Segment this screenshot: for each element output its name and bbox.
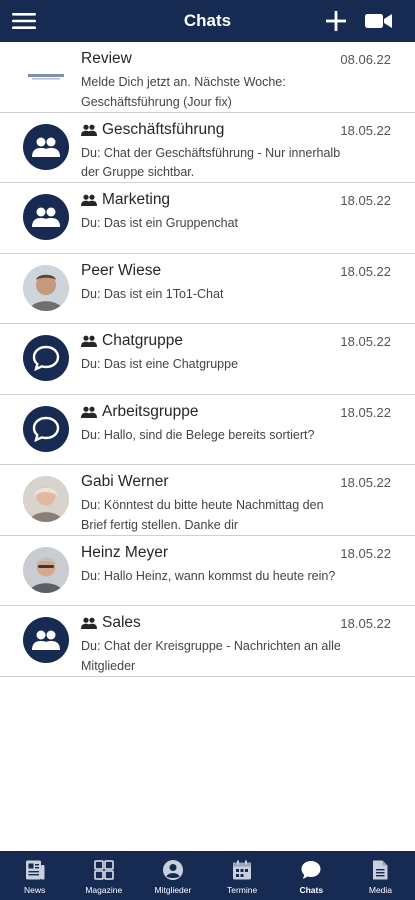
- header-bar: Chats: [0, 0, 415, 42]
- grid-icon: [93, 860, 114, 880]
- chat-name: Geschäftsführung: [102, 120, 225, 138]
- tab-label: Media: [368, 885, 393, 895]
- group-indicator-icon: [81, 124, 97, 136]
- chat-name: Marketing: [102, 191, 171, 208]
- review-logo: [23, 53, 69, 99]
- tab-termine[interactable]: Termine: [208, 851, 277, 900]
- group-indicator-icon: [81, 335, 97, 347]
- chat-date: 18.05.22: [340, 263, 391, 279]
- chat-preview: Du: Hallo Heinz, wann kommst du heute re…: [81, 568, 336, 583]
- group-avatar: [23, 405, 69, 452]
- people-group-icon: [32, 207, 60, 227]
- chat-preview: Du: Hallo, sind die Belege bereits sorti…: [81, 427, 315, 442]
- chat-name: Peer Wiese: [81, 261, 162, 279]
- tab-label: Chats: [299, 885, 324, 895]
- chat-item-sales[interactable]: Sales 18.05.22 Du: Chat der Kreisgruppe …: [0, 606, 415, 677]
- bottom-tab-bar: News Magazine Mitglieder Termine Chats M…: [0, 851, 415, 900]
- avatar: [23, 476, 69, 522]
- chat-date: 18.05.22: [340, 193, 391, 208]
- tab-chats[interactable]: Chats: [277, 851, 346, 900]
- hamburger-menu-icon[interactable]: [12, 9, 36, 33]
- tab-news[interactable]: News: [0, 851, 69, 900]
- chat-item-peer-wiese[interactable]: Peer Wiese 18.05.22 Du: Das ist ein 1To1…: [0, 254, 415, 324]
- video-camera-icon[interactable]: [364, 9, 394, 33]
- chat-date: 08.06.22: [340, 52, 391, 67]
- chat-preview: Melde Dich jetzt an. Nächste Woche: Gesc…: [81, 75, 286, 109]
- tab-media[interactable]: Media: [346, 851, 415, 900]
- chat-name: Sales: [102, 614, 141, 631]
- group-indicator-icon: [81, 194, 97, 206]
- chat-date: 18.05.22: [340, 404, 391, 420]
- chat-date: 18.05.22: [340, 475, 391, 490]
- chat-preview: Du: Könntest du bitte heute Nachmittag d…: [81, 498, 324, 532]
- avatar: [23, 264, 69, 311]
- group-avatar: [23, 335, 69, 381]
- tab-mitglieder[interactable]: Mitglieder: [138, 851, 207, 900]
- tab-label: Termine: [226, 885, 258, 895]
- chat-date: 18.05.22: [340, 122, 391, 138]
- page-title: Chats: [183, 11, 232, 30]
- chat-name: Gabi Werner: [81, 473, 169, 490]
- chat-preview: Du: Das ist ein 1To1-Chat: [81, 286, 224, 301]
- chat-bubble-icon: [32, 345, 60, 371]
- chat-item-review[interactable]: Review 08.06.22 Melde Dich jetzt an. Näc…: [0, 42, 415, 113]
- avatar: [23, 546, 69, 593]
- plus-icon[interactable]: [325, 9, 347, 33]
- group-avatar: [23, 194, 69, 240]
- news-icon: [25, 860, 45, 880]
- calendar-icon: [233, 860, 252, 880]
- chat-item-marketing[interactable]: Marketing 18.05.22 Du: Das ist ein Grupp…: [0, 183, 415, 254]
- chat-icon: [301, 861, 321, 879]
- chat-list: Review 08.06.22 Melde Dich jetzt an. Näc…: [0, 42, 415, 677]
- chat-item-heinz-meyer[interactable]: Heinz Meyer 18.05.22 Du: Hallo Heinz, wa…: [0, 536, 415, 606]
- user-icon: [162, 860, 183, 880]
- chat-bubble-icon: [32, 416, 60, 442]
- chat-date: 18.05.22: [340, 334, 391, 349]
- people-group-icon: [32, 630, 60, 650]
- chat-name: Heinz Meyer: [81, 543, 168, 561]
- chat-date: 18.05.22: [340, 616, 391, 631]
- chat-item-arbeitsgruppe[interactable]: Arbeitsgruppe 18.05.22 Du: Hallo, sind d…: [0, 395, 415, 465]
- document-icon: [373, 860, 388, 880]
- chat-item-chatgruppe[interactable]: Chatgruppe 18.05.22 Du: Das ist eine Cha…: [0, 324, 415, 395]
- tab-label: News: [23, 885, 46, 895]
- tab-label: Mitglieder: [154, 885, 192, 895]
- tab-magazine[interactable]: Magazine: [69, 851, 138, 900]
- chat-preview: Du: Das ist eine Chatgruppe: [81, 357, 239, 371]
- chat-date: 18.05.22: [340, 545, 391, 561]
- group-indicator-icon: [81, 617, 97, 629]
- chat-item-gabi-werner[interactable]: Gabi Werner 18.05.22 Du: Könntest du bit…: [0, 465, 415, 536]
- chat-item-geschaeftsfuehrung[interactable]: Geschäftsführung 18.05.22 Du: Chat der G…: [0, 113, 415, 183]
- chat-preview: Du: Das ist ein Gruppenchat: [81, 216, 239, 230]
- chat-name: Review: [81, 50, 132, 67]
- chat-name: Chatgruppe: [102, 332, 184, 349]
- group-avatar: [23, 617, 69, 663]
- people-group-icon: [32, 137, 60, 157]
- chat-preview: Du: Chat der Geschäftsführung - Nur inne…: [81, 145, 341, 180]
- tab-label: Magazine: [85, 885, 123, 895]
- chat-preview: Du: Chat der Kreisgruppe - Nachrichten a…: [81, 639, 341, 673]
- chat-name: Arbeitsgruppe: [102, 402, 199, 420]
- group-avatar: [23, 123, 69, 170]
- group-indicator-icon: [81, 406, 97, 418]
